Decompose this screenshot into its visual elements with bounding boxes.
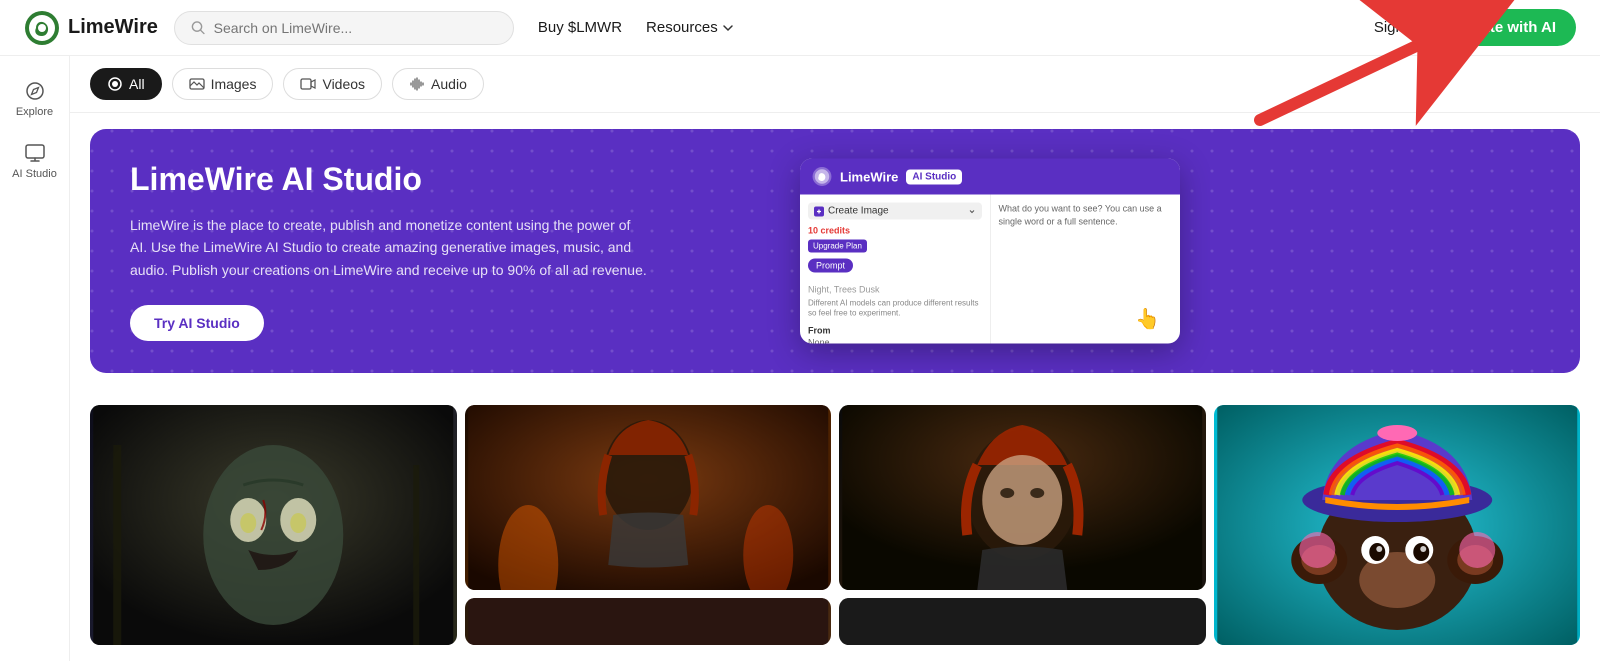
mockup-body: Create Image 10 credits Upgrade Plan Pro… xyxy=(800,195,1180,344)
mockup-logo: LimeWire xyxy=(840,169,898,184)
video-icon xyxy=(300,76,316,92)
logo[interactable]: LimeWire xyxy=(24,10,158,46)
monitor-icon xyxy=(24,142,46,164)
search-icon xyxy=(191,20,206,36)
grid-item-warrior1[interactable] xyxy=(465,405,832,590)
banner-description: LimeWire is the place to create, publish… xyxy=(130,214,650,281)
grid-col-2 xyxy=(465,405,832,645)
compass-icon xyxy=(24,80,46,102)
mockup-prompt-note: Night, Trees Dusk xyxy=(808,285,982,295)
mockup-credits: 10 credits xyxy=(808,226,982,236)
create-with-ai-button[interactable]: Create with AI xyxy=(1437,9,1576,46)
grid-item-zombie[interactable] xyxy=(90,405,457,645)
grid-item-monkey[interactable] xyxy=(1214,405,1581,645)
chevron-down-icon xyxy=(722,22,734,34)
nav-links: Buy $LMWR Resources xyxy=(538,19,734,36)
nav-resources[interactable]: Resources xyxy=(646,19,734,36)
mockup-from-label: From xyxy=(808,325,982,335)
header-right: Sign In Create with AI xyxy=(1374,9,1576,46)
grid-item-warrior1-small[interactable] xyxy=(465,598,832,645)
filter-all[interactable]: All xyxy=(90,68,162,100)
mockup-right-panel: What do you want to see? You can use a s… xyxy=(991,195,1181,344)
banner-text: LimeWire AI Studio LimeWire is the place… xyxy=(90,129,690,373)
banner-mockup-area: LimeWire AI Studio Create Image xyxy=(690,129,1210,373)
sidebar-explore-label: Explore xyxy=(16,106,53,118)
banner-title: LimeWire AI Studio xyxy=(130,161,650,198)
search-bar[interactable] xyxy=(174,11,514,45)
sidebar-ai-studio-label: AI Studio xyxy=(12,168,57,180)
filter-images[interactable]: Images xyxy=(172,68,274,100)
sign-in-button[interactable]: Sign In xyxy=(1374,19,1421,36)
header: LimeWire Buy $LMWR Resources Sign In Cre… xyxy=(0,0,1600,56)
content: All Images Videos Audio xyxy=(70,56,1600,661)
try-ai-studio-button[interactable]: Try AI Studio xyxy=(130,305,264,341)
search-input[interactable] xyxy=(214,20,497,36)
mockup-prompt-tab: Prompt xyxy=(808,259,853,273)
mockup-upgrade: Upgrade Plan xyxy=(808,240,867,253)
sidebar-item-explore[interactable]: Explore xyxy=(5,72,65,126)
main-layout: Explore AI Studio All xyxy=(0,56,1600,661)
logo-text: LimeWire xyxy=(68,16,158,39)
mockup-bottom-text: What do you want to see? You can use a s… xyxy=(999,203,1173,228)
audio-icon xyxy=(409,76,425,92)
sidebar-item-ai-studio[interactable]: AI Studio xyxy=(5,134,65,188)
banner: LimeWire AI Studio LimeWire is the place… xyxy=(90,129,1580,373)
filter-audio[interactable]: Audio xyxy=(392,68,484,100)
sidebar: Explore AI Studio xyxy=(0,56,70,661)
mockup-from-value: None xyxy=(808,337,982,343)
all-icon xyxy=(107,76,123,92)
limewire-logo-icon xyxy=(24,10,60,46)
grid-item-warrior2[interactable] xyxy=(839,405,1206,590)
nav-buy-lmwr[interactable]: Buy $LMWR xyxy=(538,19,622,36)
mockup-info-text: Different AI models can produce differen… xyxy=(808,299,982,320)
mockup-left-panel: Create Image 10 credits Upgrade Plan Pro… xyxy=(800,195,991,344)
image-grid xyxy=(70,389,1600,661)
mockup-card: LimeWire AI Studio Create Image xyxy=(800,159,1180,344)
grid-col-3 xyxy=(839,405,1206,645)
mockup-studio-badge: AI Studio xyxy=(906,169,962,184)
filter-bar: All Images Videos Audio xyxy=(70,56,1600,113)
mockup-create-row: Create Image xyxy=(808,203,982,220)
grid-item-portrait-small[interactable] xyxy=(839,598,1206,645)
image-icon xyxy=(189,76,205,92)
mockup-header: LimeWire AI Studio xyxy=(800,159,1180,195)
filter-videos[interactable]: Videos xyxy=(283,68,382,100)
